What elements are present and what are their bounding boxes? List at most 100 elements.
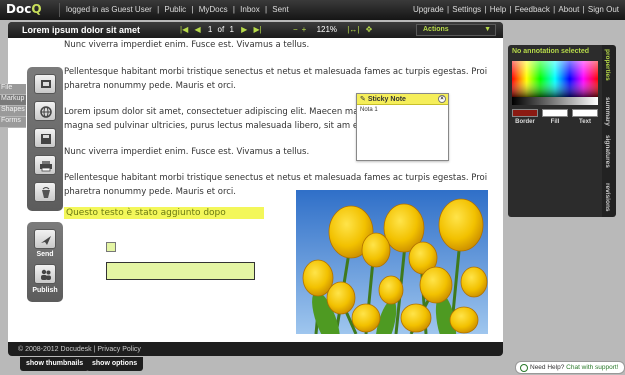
text-label: Text xyxy=(579,119,591,125)
text-form-field[interactable] xyxy=(106,262,255,280)
divider xyxy=(59,3,60,17)
close-icon[interactable]: × xyxy=(438,95,446,103)
nav-feedback[interactable]: Feedback xyxy=(515,5,550,14)
color-palette[interactable] xyxy=(512,61,598,105)
divider: | xyxy=(484,5,487,14)
page-navigator: |◀ ◀ 1 of 1 ▶ ▶| xyxy=(178,25,264,34)
send-button[interactable] xyxy=(34,229,56,249)
pencil-icon: ✎ xyxy=(360,96,366,103)
actions-dropdown[interactable]: Actions ▼ xyxy=(416,24,496,36)
divider: | xyxy=(509,5,512,14)
redact-tool[interactable] xyxy=(34,182,56,202)
docq-logo[interactable]: DocQ xyxy=(6,2,42,16)
divider: | xyxy=(446,5,450,14)
document-window: Lorem ipsum dolor sit amet |◀ ◀ 1 of 1 ▶… xyxy=(8,22,503,356)
document-page[interactable]: Nunc viverra imperdiet enim. Fusce est. … xyxy=(8,38,503,342)
text-line: Pellentesque habitant morbi tristique se… xyxy=(64,173,488,183)
floppy-disk-icon xyxy=(41,134,51,144)
divider: | xyxy=(191,5,194,14)
send-label: Send xyxy=(36,251,54,258)
zoom-in-button[interactable]: + xyxy=(302,25,307,34)
user-status: logged in as Guest User xyxy=(66,5,152,14)
document-title: Lorem ipsum dolor sit amet xyxy=(22,25,141,35)
text-line: Nunc viverra imperdiet enim. Fusce est. … xyxy=(64,40,310,50)
tab-properties[interactable]: properties xyxy=(604,49,611,81)
actions-label: Actions xyxy=(423,26,449,33)
nav-help[interactable]: Help xyxy=(490,5,506,14)
page-current[interactable]: 1 xyxy=(208,25,212,34)
nav-inbox[interactable]: Inbox xyxy=(240,5,260,14)
nav-settings[interactable]: Settings xyxy=(452,5,481,14)
document-toolbar: Lorem ipsum dolor sit amet |◀ ◀ 1 of 1 ▶… xyxy=(8,22,503,38)
publish-label: Publish xyxy=(32,287,58,294)
tab-revisions[interactable]: revisions xyxy=(604,183,611,212)
globe-icon xyxy=(40,106,52,118)
border-color-swatch[interactable] xyxy=(512,109,538,117)
share-palette: Send Publish xyxy=(27,222,63,302)
pan-icon[interactable]: ✥ xyxy=(366,25,373,34)
last-page-icon[interactable]: ▶| xyxy=(254,25,262,34)
side-tab-markup[interactable]: Markup xyxy=(0,95,26,106)
text-line: Pellentesque habitant morbi tristique se… xyxy=(64,67,488,77)
zoom-controls: − + 121% |↔| ✥ xyxy=(291,25,374,34)
stamp-icon xyxy=(41,80,51,88)
prev-page-icon[interactable]: ◀ xyxy=(194,25,200,34)
publish-button[interactable] xyxy=(34,264,56,284)
highlight-annotation[interactable]: Questo testo è stato aggiunto dopo xyxy=(64,207,264,219)
help-label: Need Help? xyxy=(530,364,565,371)
print-tool[interactable] xyxy=(34,155,56,175)
page-total: 1 xyxy=(229,25,234,34)
stamp-tool[interactable] xyxy=(34,74,56,94)
user-nav: logged in as Guest User | Public | MyDoc… xyxy=(66,5,292,14)
logo-text: Doc xyxy=(6,2,32,16)
first-page-icon[interactable]: |◀ xyxy=(180,25,188,34)
sticky-note-header[interactable]: ✎ Sticky Note × xyxy=(357,94,448,105)
tool-palette xyxy=(27,67,63,211)
side-tab-list: File Markup Shapes Forms xyxy=(0,84,26,128)
show-options-button[interactable]: show options xyxy=(86,357,144,371)
tulips-photo xyxy=(296,190,488,334)
account-nav: Upgrade | Settings | Help | Feedback | A… xyxy=(412,5,619,14)
nav-upgrade[interactable]: Upgrade xyxy=(413,5,444,14)
divider: | xyxy=(232,5,235,14)
printer-icon xyxy=(40,161,52,172)
bucket-icon xyxy=(42,187,50,198)
text-line: pharetra nonummy pede. Mauris et orci. xyxy=(64,81,237,91)
top-bar: DocQ logged in as Guest User | Public | … xyxy=(0,0,625,20)
divider: | xyxy=(157,5,160,14)
side-tab-file[interactable]: File xyxy=(0,84,26,95)
sticky-note[interactable]: ✎ Sticky Note × Nota 1 xyxy=(356,93,449,161)
nav-sent[interactable]: Sent xyxy=(272,5,288,14)
properties-title: No annotation selected xyxy=(512,48,590,55)
fill-label: Fill xyxy=(550,119,560,125)
chevron-down-icon: ▼ xyxy=(484,26,491,33)
nav-sign-out[interactable]: Sign Out xyxy=(588,5,619,14)
text-color-swatch[interactable] xyxy=(572,109,598,117)
zoom-out-button[interactable]: − xyxy=(293,25,298,34)
save-tool[interactable] xyxy=(34,128,56,148)
sticky-note-title: Sticky Note xyxy=(367,96,406,103)
checkbox-field[interactable] xyxy=(106,242,116,252)
people-icon xyxy=(41,269,51,280)
fit-width-icon[interactable]: |↔| xyxy=(347,25,359,34)
tab-summary[interactable]: summary xyxy=(604,97,611,126)
divider: | xyxy=(264,5,268,14)
fill-color-swatch[interactable] xyxy=(542,109,568,117)
logo-accent: Q xyxy=(31,2,42,16)
chat-icon xyxy=(520,364,528,372)
sticky-note-body[interactable]: Nota 1 xyxy=(357,105,448,115)
tab-signatures[interactable]: signatures xyxy=(604,135,611,168)
nav-about[interactable]: About xyxy=(558,5,579,14)
nav-mydocs[interactable]: MyDocs xyxy=(199,5,228,14)
web-tool[interactable] xyxy=(34,101,56,121)
next-page-icon[interactable]: ▶ xyxy=(241,25,247,34)
show-thumbnails-button[interactable]: show thumbnails xyxy=(20,357,90,371)
chat-link[interactable]: Chat with support! xyxy=(566,364,618,371)
help-chat-button[interactable]: Need Help? Chat with support! xyxy=(515,361,625,374)
panel-tab-list: properties summary signatures revisions xyxy=(602,45,616,217)
side-tab-forms[interactable]: Forms xyxy=(0,117,26,128)
side-tab-shapes[interactable]: Shapes xyxy=(0,106,26,117)
nav-public[interactable]: Public xyxy=(164,5,186,14)
send-icon xyxy=(41,236,51,245)
properties-panel: No annotation selected Border Fill Text xyxy=(508,45,602,217)
